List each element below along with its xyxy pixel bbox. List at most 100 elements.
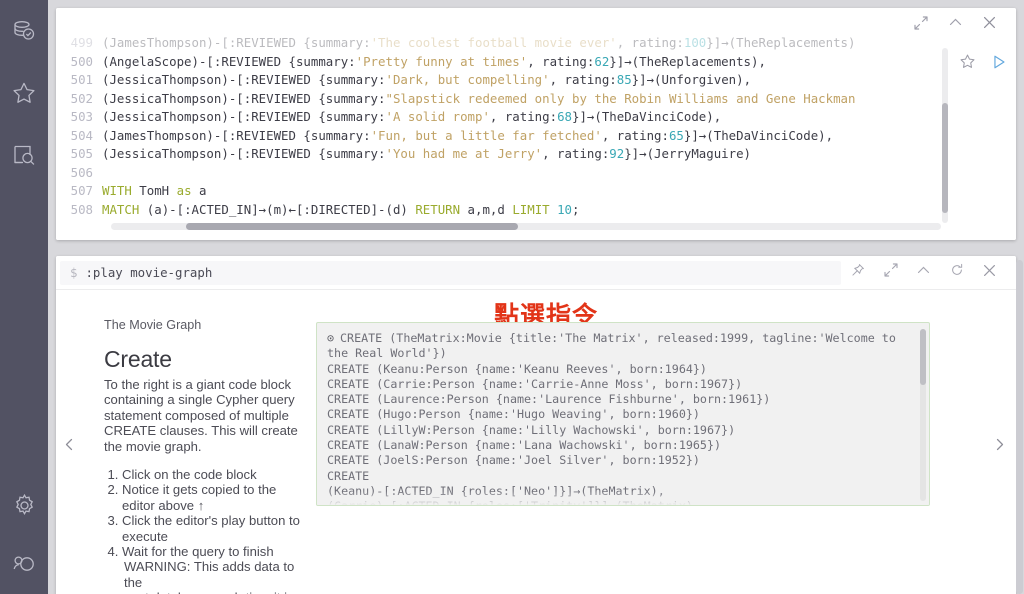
favorite-star-icon: [959, 53, 976, 75]
left-sidebar: [0, 0, 48, 594]
cypher-code-block[interactable]: ⊙ CREATE (TheMatrix:Movie {title:'The Mat…: [316, 322, 930, 506]
slide-next-button[interactable]: [986, 290, 1012, 594]
slide-warning: WARNING: This adds data to the current d…: [104, 559, 300, 594]
sidebar-item-about[interactable]: [0, 536, 48, 594]
editor-close-button[interactable]: [974, 10, 1004, 40]
line-text: (JamesThompson)-[:REVIEWED {summary:'The…: [102, 35, 856, 50]
community-icon: [11, 552, 38, 579]
frame-pin-button[interactable]: [841, 258, 874, 288]
play-button-icon: [990, 53, 1008, 76]
frame-command-text: :play movie-graph: [85, 265, 213, 280]
editor-collapse-button[interactable]: [940, 10, 970, 40]
page-title: Create: [104, 346, 172, 372]
slide-step-item: Wait for the query to finish: [122, 544, 300, 559]
frame-header: $ :play movie-graph: [56, 256, 1016, 290]
chevron-up-icon: [948, 15, 963, 35]
neo4j-browser-window: 499 (JamesThompson)-[:REVIEWED {summary:'…: [0, 0, 1024, 594]
frame-tool-buttons: [841, 258, 1016, 288]
line-number: 507: [70, 183, 93, 198]
editor-line: 504 (JamesThompson)-[:REVIEWED {summary:'…: [56, 127, 950, 146]
editor-line: 501 (JessicaThompson)-[:REVIEWED {summary…: [56, 71, 950, 90]
line-number: 500: [70, 53, 93, 69]
line-text: (AngelaScope)-[:REVIEWED {summary:'Prett…: [102, 53, 766, 69]
sidebar-item-documents[interactable]: [0, 124, 48, 186]
editor-line: 503 (JessicaThompson)-[:REVIEWED {summary…: [56, 108, 950, 127]
slide-steps-list: Click on the code blockNotice it gets co…: [104, 467, 300, 559]
close-icon: [982, 15, 997, 35]
chevron-up-icon: [916, 263, 931, 283]
code-block-fade: [317, 491, 929, 505]
slide-code-column: 點選指令 ⊙ CREATE (TheMatrix:Movie {title:'Th…: [316, 301, 982, 594]
code-block-content: ⊙ CREATE (TheMatrix:Movie {title:'The Mat…: [317, 323, 929, 505]
expand-icon: [914, 15, 928, 35]
sidebar-item-favorites[interactable]: [0, 62, 48, 124]
editor-line: 507 WITH TomH as a: [56, 182, 950, 201]
document-search-icon: [11, 142, 37, 168]
editor-side-actions: [950, 42, 1016, 240]
editor-line: 505 (JessicaThompson)-[:REVIEWED {summary…: [56, 145, 950, 164]
editor-line: 506: [56, 164, 950, 183]
close-icon: [982, 263, 997, 283]
chevron-right-icon: [992, 437, 1007, 457]
guide-slide: The Movie Graph Create To the right is a…: [82, 290, 986, 594]
editor-vertical-scrollbar[interactable]: [942, 48, 948, 223]
chevron-left-icon: [62, 437, 77, 457]
code-play-icon[interactable]: ⊙: [327, 331, 337, 346]
line-number: 501: [70, 72, 93, 87]
line-number: 499: [70, 35, 93, 50]
line-text: (JessicaThompson)-[:REVIEWED {summary:'A…: [102, 109, 722, 124]
slide-text-column: The Movie Graph Create To the right is a…: [104, 318, 316, 594]
refresh-icon: [950, 263, 964, 282]
prompt-symbol: $: [70, 265, 78, 280]
line-number: 508: [70, 201, 93, 217]
line-number: 504: [70, 127, 93, 143]
frame-close-button[interactable]: [973, 258, 1006, 288]
sidebar-item-database-info[interactable]: [0, 0, 48, 62]
frame-command-bar[interactable]: $ :play movie-graph: [60, 260, 841, 285]
breadcrumb: The Movie Graph: [104, 318, 202, 332]
frame-body: The Movie Graph Create To the right is a…: [56, 290, 1016, 594]
star-icon: [11, 80, 37, 106]
query-editor-card: 499 (JamesThompson)-[:REVIEWED {summary:'…: [56, 8, 1016, 240]
editor-window-controls: [906, 8, 1016, 42]
slide-warning-line1: WARNING: This adds data to the: [124, 559, 295, 590]
slide-prev-button[interactable]: [56, 290, 82, 594]
line-text: WITH TomH as a: [102, 183, 207, 198]
workspace-scrollbar[interactable]: [1016, 260, 1023, 594]
editor-line: 502 (JessicaThompson)-[:REVIEWED {summary…: [56, 90, 950, 109]
slide-warning-line2: current database, each time it is run!: [108, 590, 294, 594]
editor-expand-button[interactable]: [906, 10, 936, 40]
expand-icon: [883, 263, 898, 282]
editor-run-button[interactable]: [984, 50, 1014, 78]
line-number: 506: [70, 164, 93, 180]
sidebar-item-settings[interactable]: [0, 474, 48, 536]
line-text: (JessicaThompson)-[:REVIEWED {summary:'Y…: [102, 146, 752, 161]
frame-expand-button[interactable]: [874, 258, 907, 288]
play-frame-card: $ :play movie-graph The Movie Graph Crea…: [56, 256, 1016, 594]
slide-step-item: Click on the code block: [122, 467, 300, 482]
gear-icon: [11, 492, 38, 519]
workspace: 499 (JamesThompson)-[:REVIEWED {summary:'…: [48, 0, 1024, 594]
line-number: 503: [70, 109, 93, 124]
editor-code-rows: 499 (JamesThompson)-[:REVIEWED {summary:'…: [56, 34, 950, 219]
slide-step-item: Click the editor's play button to execut…: [122, 513, 300, 544]
line-text: (JamesThompson)-[:REVIEWED {summary:'Fun…: [102, 127, 834, 143]
editor-favorite-button[interactable]: [952, 50, 982, 78]
database-check-icon: [11, 18, 37, 44]
frame-collapse-button[interactable]: [907, 258, 940, 288]
editor-line: 500 (AngelaScope)-[:REVIEWED {summary:'Pr…: [56, 53, 950, 72]
code-block-text: CREATE (TheMatrix:Movie {title:'The Matr…: [327, 331, 896, 505]
frame-refresh-button[interactable]: [940, 258, 973, 288]
line-text: (JessicaThompson)-[:REVIEWED {summary:'D…: [102, 72, 752, 87]
editor-horizontal-scrollbar[interactable]: [111, 223, 941, 230]
line-number: 505: [70, 146, 93, 161]
editor-line: 508 MATCH (a)-[:ACTED_IN]→(m)←[:DIRECTED]…: [56, 201, 950, 220]
slide-step-item: Notice it gets copied to the editor abov…: [122, 482, 300, 513]
editor-line: 499 (JamesThompson)-[:REVIEWED {summary:'…: [56, 34, 950, 53]
line-text: (JessicaThompson)-[:REVIEWED {summary:"S…: [102, 90, 856, 106]
line-number: 502: [70, 90, 93, 106]
slide-paragraph: To the right is a giant code block conta…: [104, 377, 298, 454]
pin-icon: [851, 263, 865, 282]
editor-code-area[interactable]: 499 (JamesThompson)-[:REVIEWED {summary:'…: [56, 8, 950, 240]
code-block-scrollbar[interactable]: [920, 329, 926, 501]
